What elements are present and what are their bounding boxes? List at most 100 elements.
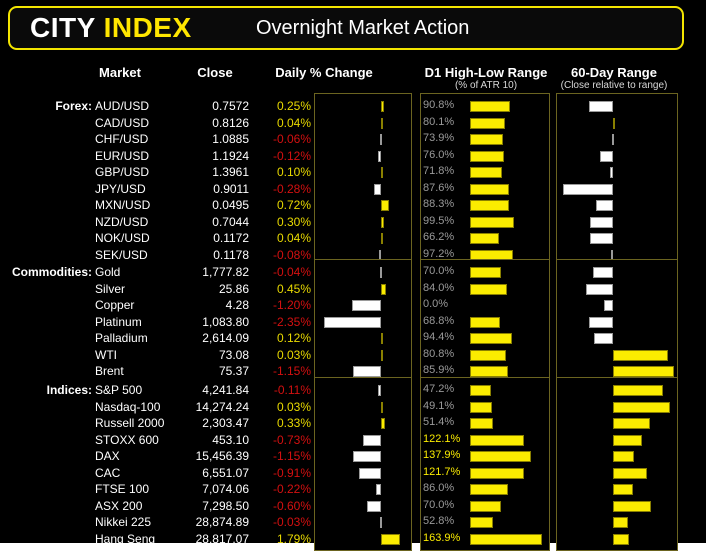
d1-range-bar xyxy=(470,134,503,145)
d1-range-label: 70.0% xyxy=(423,498,455,511)
close-value: 25.86 xyxy=(218,281,249,296)
market-name: WTI xyxy=(95,347,117,362)
column-header-daily-change: Daily % Change xyxy=(275,65,373,80)
daily-change-value: 0.03% xyxy=(276,347,311,362)
d1-range-label: 49.1% xyxy=(423,399,455,412)
brand-index: INDEX xyxy=(103,12,192,43)
market-name: MXN/USD xyxy=(95,198,151,212)
d1-range-bar xyxy=(470,385,491,396)
daily-change-value: -0.28% xyxy=(272,181,311,196)
column-subheader-d1-range: (% of ATR 10) xyxy=(454,80,518,91)
d1-range-label: 97.2% xyxy=(423,247,455,260)
d1-range-bar xyxy=(470,401,492,413)
close-value: 2,614.09 xyxy=(202,331,249,345)
d1-range-bar xyxy=(470,434,524,446)
daily-change-bar xyxy=(381,418,385,429)
d1-range-label: 51.4% xyxy=(423,416,455,428)
panel-sixty-day-range-commodities xyxy=(556,259,678,384)
section-label-commodities: Commodities: xyxy=(11,265,92,279)
panel-daily-change-indices xyxy=(314,377,412,551)
market-name: Palladium xyxy=(95,331,148,345)
d1-range-label: 70.0% xyxy=(423,265,455,277)
sixty-day-range-bar xyxy=(612,484,634,495)
d1-range-label: 94.4% xyxy=(423,331,455,343)
close-value: 14,274.24 xyxy=(195,399,249,414)
column-header-market: Market xyxy=(99,65,141,80)
close-value: 7,298.50 xyxy=(202,498,249,513)
daily-change-bar xyxy=(363,434,382,446)
sixty-day-range-bar xyxy=(589,101,613,112)
market-name: Nasdaq-100 xyxy=(95,399,161,414)
daily-change-value: 0.30% xyxy=(276,214,311,229)
close-value: 7,074.06 xyxy=(202,482,249,496)
sixty-day-range-bar xyxy=(612,366,674,377)
d1-range-label: 66.2% xyxy=(423,231,455,243)
d1-range-bar xyxy=(470,167,502,178)
sixty-day-range-bar xyxy=(610,167,613,178)
d1-range-label: 86.0% xyxy=(423,482,455,494)
d1-range-label: 76.0% xyxy=(423,148,455,161)
sixty-day-range-bar xyxy=(589,316,613,328)
column-header-close: Close xyxy=(197,65,233,80)
column-subheader-60day-range: (Close relative to range) xyxy=(560,80,668,91)
sixty-day-range-bar xyxy=(612,467,647,479)
d1-range-bar xyxy=(470,283,508,295)
market-name: Gold xyxy=(95,265,121,279)
d1-range-bar xyxy=(470,200,510,211)
sixty-day-range-bar xyxy=(604,300,613,311)
daily-change-bar xyxy=(381,200,389,211)
daily-change-value: -0.73% xyxy=(272,432,311,447)
market-name: CHF/USD xyxy=(95,132,149,146)
daily-change-value: -0.12% xyxy=(272,148,311,163)
daily-change-value: -0.04% xyxy=(272,265,311,279)
daily-change-bar xyxy=(359,467,382,479)
section-label-indices: Indices: xyxy=(46,383,92,397)
d1-range-bar xyxy=(470,517,494,528)
d1-range-label: 88.3% xyxy=(423,198,455,210)
sixty-day-range-bar xyxy=(593,333,613,344)
d1-range-bar xyxy=(470,500,501,512)
daily-change-bar xyxy=(353,366,382,377)
daily-change-bar xyxy=(366,500,382,512)
header-bar: CITY INDEX Overnight Market Action xyxy=(8,6,684,50)
d1-range-label: 122.1% xyxy=(423,432,461,445)
market-name: CAC xyxy=(95,465,121,480)
close-value: 1,083.80 xyxy=(202,314,249,329)
sixty-day-range-bar xyxy=(593,267,613,278)
sixty-day-range-bar xyxy=(612,418,650,429)
d1-range-bar xyxy=(470,216,514,228)
daily-change-value: -0.22% xyxy=(272,482,311,496)
sixty-day-range-bar xyxy=(590,233,613,244)
daily-change-bar xyxy=(375,484,382,495)
daily-change-value: 1.79% xyxy=(276,531,311,546)
close-value: 0.9011 xyxy=(213,181,249,196)
d1-range-bar xyxy=(470,484,508,495)
market-name: Copper xyxy=(95,298,135,312)
d1-range-bar xyxy=(470,418,493,429)
d1-range-label: 137.9% xyxy=(423,449,461,461)
close-value: 28,874.89 xyxy=(195,515,249,529)
daily-change-value: 0.04% xyxy=(276,231,311,245)
d1-range-label: 121.7% xyxy=(423,465,461,478)
sixty-day-range-bar xyxy=(612,385,664,396)
daily-change-bar xyxy=(381,216,385,228)
market-name: ASX 200 xyxy=(95,498,143,513)
market-name: GBP/USD xyxy=(95,165,150,179)
daily-change-value: -2.35% xyxy=(272,314,311,329)
daily-change-value: -1.15% xyxy=(272,449,311,463)
close-value: 75.37 xyxy=(218,364,249,378)
daily-change-value: 0.45% xyxy=(276,281,311,296)
close-value: 1.1924 xyxy=(212,148,249,163)
close-value: 15,456.39 xyxy=(195,449,249,463)
daily-change-value: 0.03% xyxy=(276,399,311,414)
daily-change-bar xyxy=(381,167,384,178)
sixty-day-range-bar xyxy=(562,183,613,195)
market-name: Nikkei 225 xyxy=(95,515,152,529)
d1-range-label: 84.0% xyxy=(423,281,455,294)
market-name: AUD/USD xyxy=(95,99,150,113)
panel-daily-change-forex xyxy=(314,93,412,267)
d1-range-label: 85.9% xyxy=(423,364,455,376)
close-value: 0.7572 xyxy=(212,99,249,113)
sixty-day-range-bar xyxy=(612,401,671,413)
close-value: 1.0885 xyxy=(212,132,249,146)
